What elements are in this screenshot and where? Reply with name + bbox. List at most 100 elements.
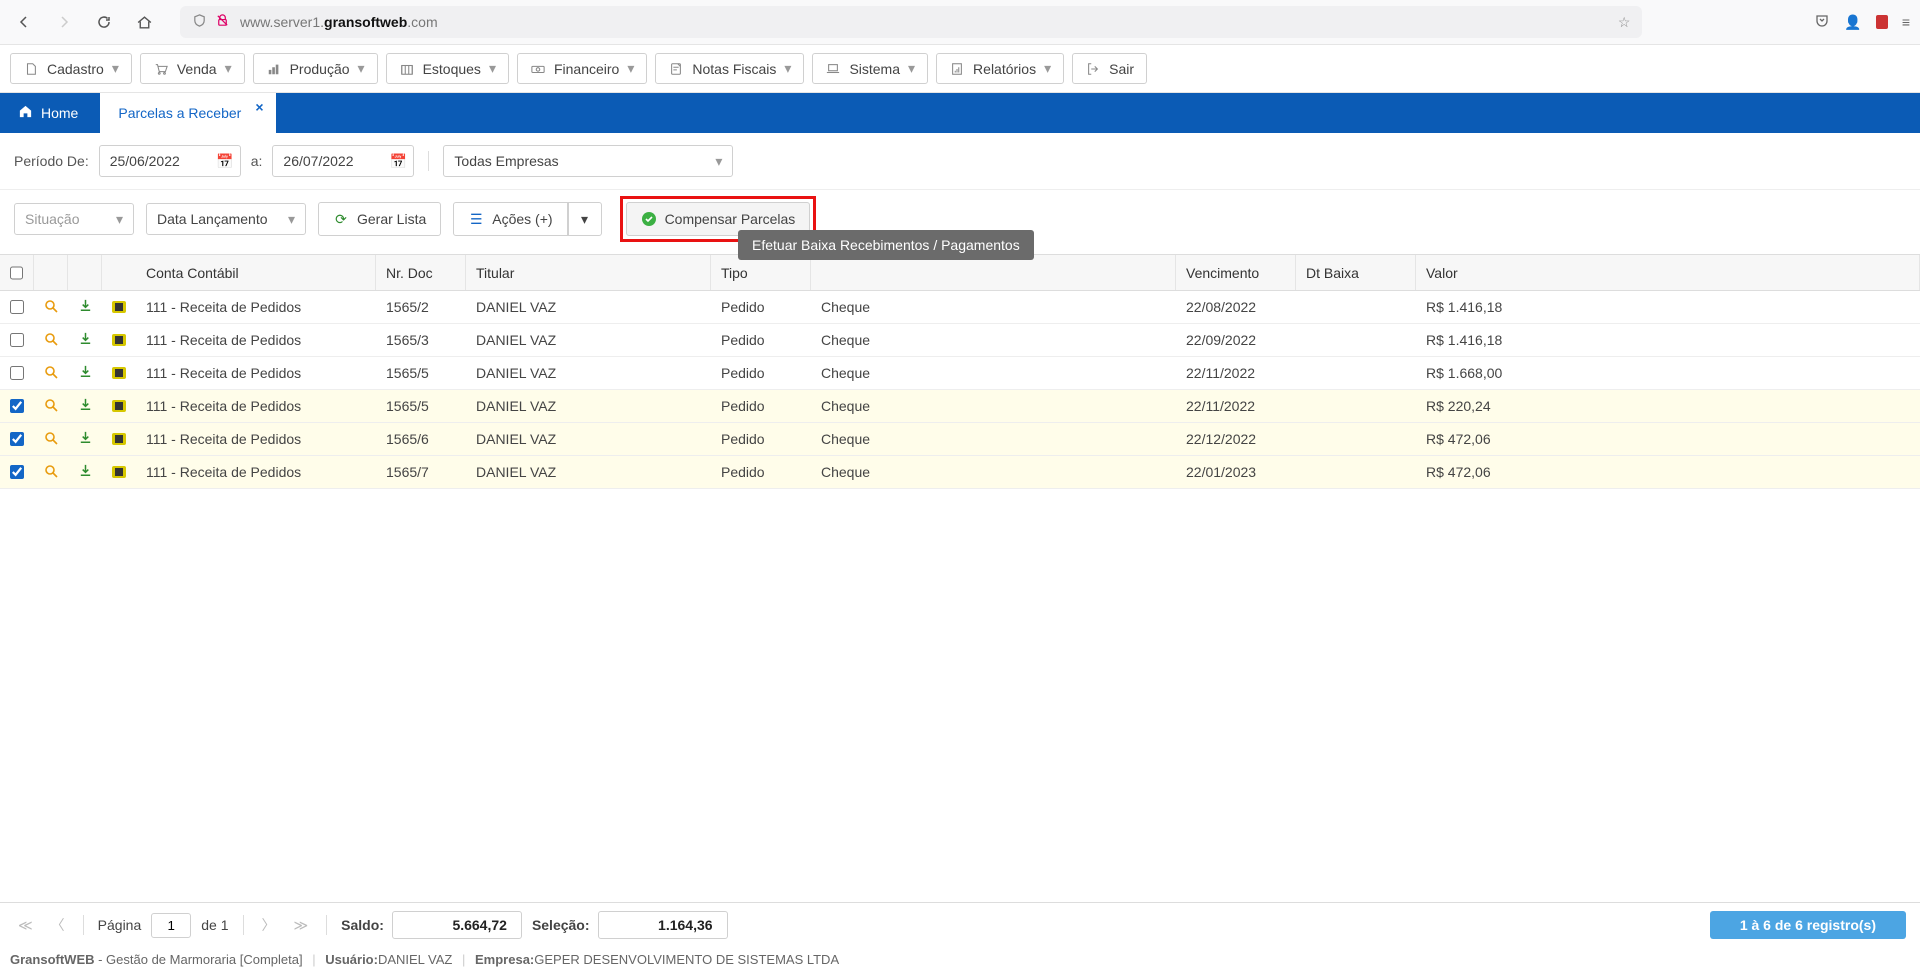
pocket-icon[interactable] — [1814, 13, 1830, 32]
menu-sair[interactable]: Sair — [1072, 53, 1147, 84]
laptop-icon — [825, 61, 841, 77]
calendar-icon[interactable]: 📅 — [383, 153, 413, 170]
row-checkbox[interactable] — [10, 299, 24, 315]
menu-sistema[interactable]: Sistema▾ — [812, 53, 928, 84]
saldo-box: Saldo: 5.664,72 — [341, 911, 522, 939]
home-tab-icon — [18, 104, 33, 122]
empresa-value: Todas Empresas — [454, 153, 558, 169]
first-page-icon[interactable]: ≪ — [14, 917, 37, 934]
tab-home[interactable]: Home — [0, 93, 96, 133]
empresa-combo[interactable]: Todas Empresas ▾ — [443, 145, 733, 177]
cell-baixa — [1296, 291, 1416, 323]
col-titular[interactable]: Titular — [466, 255, 711, 290]
chevron-down-icon: ▾ — [715, 153, 722, 170]
row-checkbox[interactable] — [10, 464, 24, 480]
chevron-down-icon: ▾ — [627, 60, 634, 77]
menu-financeiro[interactable]: Financeiro▾ — [517, 53, 647, 84]
calendar-icon[interactable]: 📅 — [210, 153, 240, 170]
row-checkbox[interactable] — [10, 365, 24, 381]
chevron-down-icon: ▾ — [288, 211, 295, 228]
col-tipo[interactable]: Tipo — [711, 255, 811, 290]
close-icon[interactable]: × — [255, 99, 263, 115]
row-checkbox[interactable] — [10, 332, 24, 348]
last-page-icon[interactable]: ≫ — [290, 917, 313, 934]
tab-label: Parcelas a Receber — [118, 105, 241, 121]
cell-forma: Cheque — [811, 357, 1176, 389]
forward-icon[interactable] — [50, 8, 78, 36]
account-icon[interactable]: 👤 — [1844, 14, 1861, 31]
col-venc[interactable]: Vencimento — [1176, 255, 1296, 290]
back-icon[interactable] — [10, 8, 38, 36]
download-icon[interactable] — [78, 331, 93, 349]
row-checkbox[interactable] — [10, 431, 24, 447]
download-icon[interactable] — [78, 463, 93, 481]
reload-icon[interactable] — [90, 8, 118, 36]
col-baixa[interactable]: Dt Baixa — [1296, 255, 1416, 290]
page-input[interactable] — [151, 913, 191, 938]
table-row[interactable]: 111 - Receita de Pedidos1565/6DANIEL VAZ… — [0, 423, 1920, 456]
acoes-combo[interactable]: ☰ Ações (+) ▾ — [453, 202, 601, 236]
table-row[interactable]: 111 - Receita de Pedidos1565/7DANIEL VAZ… — [0, 456, 1920, 489]
periodo-label: Período De: — [14, 153, 89, 169]
row-checkbox[interactable] — [10, 398, 24, 414]
table-row[interactable]: 111 - Receita de Pedidos1565/3DANIEL VAZ… — [0, 324, 1920, 357]
download-icon[interactable] — [78, 430, 93, 448]
table-row[interactable]: 111 - Receita de Pedidos1565/5DANIEL VAZ… — [0, 390, 1920, 423]
list-icon: ☰ — [468, 211, 484, 227]
cell-titular: DANIEL VAZ — [466, 291, 711, 323]
date-from[interactable]: 📅 — [99, 145, 241, 177]
magnifier-icon[interactable] — [43, 298, 59, 317]
date-from-input[interactable] — [100, 153, 210, 169]
col-valor[interactable]: Valor — [1416, 255, 1920, 290]
download-icon[interactable] — [78, 364, 93, 382]
cell-nrdoc: 1565/3 — [376, 324, 466, 356]
situacao-combo[interactable]: Situação ▾ — [14, 203, 134, 235]
magnifier-icon[interactable] — [43, 364, 59, 383]
boxes-icon — [399, 61, 415, 77]
de-label: de 1 — [201, 917, 228, 933]
magnifier-icon[interactable] — [43, 430, 59, 449]
prev-page-icon[interactable]: 〈 — [47, 915, 69, 935]
warning-icon — [112, 301, 126, 313]
extension-icon[interactable] — [1876, 15, 1888, 29]
bookmark-icon[interactable]: ☆ — [1618, 14, 1631, 31]
cell-baixa — [1296, 390, 1416, 422]
saldo-label: Saldo: — [341, 917, 384, 933]
data-lanc-value: Data Lançamento — [157, 211, 268, 227]
cell-forma: Cheque — [811, 390, 1176, 422]
cell-valor: R$ 1.668,00 — [1416, 357, 1920, 389]
col-conta[interactable]: Conta Contábil — [136, 255, 376, 290]
menu-notas fiscais[interactable]: Notas Fiscais▾ — [655, 53, 804, 84]
magnifier-icon[interactable] — [43, 463, 59, 482]
menu-relatórios[interactable]: Relatórios▾ — [936, 53, 1064, 84]
menu-estoques[interactable]: Estoques▾ — [386, 53, 509, 84]
tab-parcelas[interactable]: Parcelas a Receber × — [100, 93, 275, 133]
date-to-input[interactable] — [273, 153, 383, 169]
col-nrdoc[interactable]: Nr. Doc — [376, 255, 466, 290]
cell-titular: DANIEL VAZ — [466, 456, 711, 488]
data-lanc-combo[interactable]: Data Lançamento ▾ — [146, 203, 306, 235]
browser-chrome: www.server1.gransoftweb.com ☆ 👤 ≡ — [0, 0, 1920, 45]
download-icon[interactable] — [78, 298, 93, 316]
gerar-lista-button[interactable]: ⟳ Gerar Lista — [318, 202, 441, 236]
acoes-caret[interactable]: ▾ — [568, 202, 602, 236]
cell-conta: 111 - Receita de Pedidos — [136, 357, 376, 389]
magnifier-icon[interactable] — [43, 331, 59, 350]
menu-produção[interactable]: Produção▾ — [253, 53, 378, 84]
next-page-icon[interactable]: 〉 — [258, 915, 280, 935]
col-forma[interactable] — [811, 255, 1176, 290]
download-icon[interactable] — [78, 397, 93, 415]
date-to[interactable]: 📅 — [272, 145, 414, 177]
menu-icon[interactable]: ≡ — [1902, 14, 1910, 30]
magnifier-icon[interactable] — [43, 397, 59, 416]
menu-cadastro[interactable]: Cadastro▾ — [10, 53, 132, 84]
cell-titular: DANIEL VAZ — [466, 423, 711, 455]
home-icon[interactable] — [130, 8, 158, 36]
table-row[interactable]: 111 - Receita de Pedidos1565/5DANIEL VAZ… — [0, 357, 1920, 390]
acoes-button[interactable]: ☰ Ações (+) — [453, 202, 567, 236]
url-bar[interactable]: www.server1.gransoftweb.com ☆ — [180, 6, 1642, 38]
header-checkbox[interactable] — [0, 255, 34, 290]
menu-venda[interactable]: Venda▾ — [140, 53, 245, 84]
table-row[interactable]: 111 - Receita de Pedidos1565/2DANIEL VAZ… — [0, 291, 1920, 324]
cell-valor: R$ 1.416,18 — [1416, 291, 1920, 323]
